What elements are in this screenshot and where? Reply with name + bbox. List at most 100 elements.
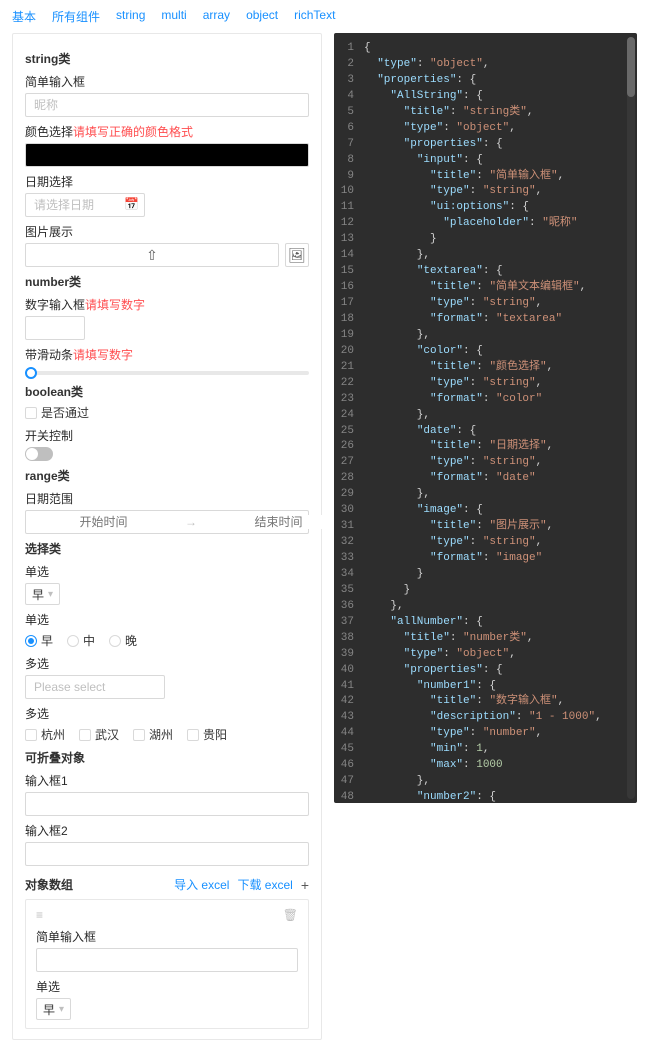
code-line: 27 "type": "string", [334, 455, 637, 471]
code-content[interactable]: "type": "string", [364, 455, 637, 471]
slider-handle[interactable] [25, 367, 37, 379]
code-line: 36 }, [334, 599, 637, 615]
scrollbar-thumb[interactable] [627, 37, 635, 97]
line-number: 42 [334, 694, 364, 710]
code-line: 16 "title": "简单文本编辑框", [334, 280, 637, 296]
code-content[interactable]: }, [364, 328, 637, 344]
preview-button[interactable]: 🖼 [285, 243, 309, 267]
code-content[interactable]: "textarea": { [364, 264, 637, 280]
code-content[interactable]: "title": "图片展示", [364, 519, 637, 535]
import-excel-link[interactable]: 导入 excel [174, 876, 229, 893]
line-number: 33 [334, 551, 364, 567]
arr-item-input[interactable] [36, 948, 298, 972]
code-content[interactable]: "properties": { [364, 663, 637, 679]
delete-item-icon[interactable]: 🗑 [283, 908, 298, 922]
code-content[interactable]: } [364, 567, 637, 583]
line-number: 29 [334, 487, 364, 503]
number-group-title: number类 [25, 273, 309, 290]
code-content[interactable]: "min": 1, [364, 742, 637, 758]
check-option[interactable]: 湖州 [133, 726, 173, 743]
code-content[interactable]: "placeholder": "昵称" [364, 216, 637, 232]
code-content[interactable]: "properties": { [364, 73, 637, 89]
tab-richText[interactable]: richText [294, 8, 335, 25]
code-content[interactable]: }, [364, 408, 637, 424]
check-option[interactable]: 杭州 [25, 726, 65, 743]
code-content[interactable]: } [364, 232, 637, 248]
code-content[interactable]: "max": 1000 [364, 758, 637, 774]
code-content[interactable]: "type": "string", [364, 296, 637, 312]
code-content[interactable]: "title": "string类", [364, 105, 637, 121]
code-line: 33 "format": "image" [334, 551, 637, 567]
box1-input[interactable] [25, 792, 309, 816]
daterange-end[interactable] [201, 515, 356, 529]
radio-option[interactable]: 中 [67, 632, 95, 649]
code-content[interactable]: "type": "string", [364, 184, 637, 200]
code-content[interactable]: "type": "object", [364, 121, 637, 137]
code-content[interactable]: } [364, 583, 637, 599]
daterange-input[interactable]: → [25, 510, 309, 534]
code-content[interactable]: "title": "颜色选择", [364, 360, 637, 376]
tab-multi[interactable]: multi [161, 8, 186, 25]
code-content[interactable]: "date": { [364, 424, 637, 440]
code-content[interactable]: "number2": { [364, 790, 637, 803]
code-content[interactable]: "title": "简单文本编辑框", [364, 280, 637, 296]
code-content[interactable]: "input": { [364, 153, 637, 169]
code-content[interactable]: }, [364, 599, 637, 615]
code-content[interactable]: "title": "数字输入框", [364, 694, 637, 710]
box2-input[interactable] [25, 842, 309, 866]
code-content[interactable]: "type": "number", [364, 726, 637, 742]
tab-所有组件[interactable]: 所有组件 [52, 8, 100, 25]
code-content[interactable]: "format": "textarea" [364, 312, 637, 328]
line-number: 41 [334, 679, 364, 695]
code-content[interactable]: "format": "color" [364, 392, 637, 408]
code-content[interactable]: "type": "string", [364, 376, 637, 392]
code-content[interactable]: "type": "object", [364, 57, 637, 73]
code-content[interactable]: }, [364, 487, 637, 503]
code-content[interactable]: "type": "string", [364, 535, 637, 551]
code-content[interactable]: "title": "简单输入框", [364, 169, 637, 185]
tab-array[interactable]: array [203, 8, 230, 25]
download-excel-link[interactable]: 下载 excel [237, 876, 292, 893]
code-content[interactable]: "description": "1 - 1000", [364, 710, 637, 726]
tab-object[interactable]: object [246, 8, 278, 25]
check-option[interactable]: 武汉 [79, 726, 119, 743]
arr-item-select[interactable]: 早▾ [36, 998, 71, 1020]
code-content[interactable]: "title": "number类", [364, 631, 637, 647]
upload-button[interactable]: ⇧ [25, 243, 279, 267]
slider[interactable] [25, 371, 309, 375]
code-content[interactable]: "properties": { [364, 137, 637, 153]
code-content[interactable]: "image": { [364, 503, 637, 519]
code-content[interactable]: "ui:options": { [364, 200, 637, 216]
code-content[interactable]: "type": "object", [364, 647, 637, 663]
radio-option[interactable]: 晚 [109, 632, 137, 649]
code-content[interactable]: "color": { [364, 344, 637, 360]
code-content[interactable]: "title": "日期选择", [364, 439, 637, 455]
radio-bool-checkbox[interactable] [25, 407, 37, 419]
code-content[interactable]: "number1": { [364, 679, 637, 695]
switch-toggle[interactable] [25, 447, 53, 461]
tab-基本[interactable]: 基本 [12, 8, 36, 25]
tab-string[interactable]: string [116, 8, 145, 25]
multi-select[interactable] [25, 675, 165, 699]
code-content[interactable]: "format": "date" [364, 471, 637, 487]
color-input[interactable] [25, 143, 309, 167]
single-select[interactable]: 早▾ [25, 583, 60, 605]
check-option[interactable]: 贵阳 [187, 726, 227, 743]
daterange-start[interactable] [26, 515, 181, 529]
num1-input[interactable] [25, 316, 85, 340]
code-line: 42 "title": "数字输入框", [334, 694, 637, 710]
code-content[interactable]: }, [364, 248, 637, 264]
line-number: 38 [334, 631, 364, 647]
code-content[interactable]: }, [364, 774, 637, 790]
daterange-label: 日期范围 [25, 490, 309, 507]
line-number: 34 [334, 567, 364, 583]
code-content[interactable]: "format": "image" [364, 551, 637, 567]
drag-handle-icon[interactable]: ≡ [36, 908, 43, 922]
line-number: 16 [334, 280, 364, 296]
code-content[interactable]: "allNumber": { [364, 615, 637, 631]
code-content[interactable]: "AllString": { [364, 89, 637, 105]
add-item-button[interactable]: + [301, 877, 309, 893]
code-content[interactable]: { [364, 41, 637, 57]
input1[interactable] [25, 93, 309, 117]
radio-option[interactable]: 早 [25, 632, 53, 649]
